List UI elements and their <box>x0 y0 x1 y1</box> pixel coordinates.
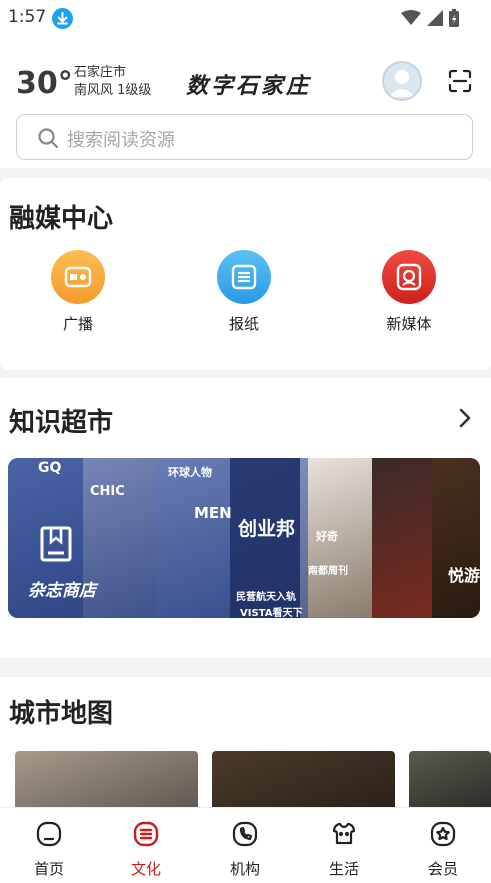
magazine-title: 民营航天入轨 <box>236 592 296 603</box>
magazine-title: CHIC <box>90 484 125 499</box>
status-time: 1:57 <box>8 7 47 27</box>
tab-institution[interactable]: 机构 <box>196 808 294 883</box>
bottom-tab-bar: 首页 文化 机构 生活 会员 <box>0 807 491 883</box>
city-map-thumbnail[interactable] <box>212 751 395 811</box>
magazine-title: VISTA看天下 <box>240 608 303 618</box>
newspaper-icon <box>217 250 271 304</box>
media-center-card: 融媒中心 广播 报纸 新媒体 <box>0 178 491 370</box>
magazine-cover <box>432 458 480 618</box>
magazine-title: 环球人物 <box>168 466 212 479</box>
tab-label: 会员 <box>427 860 458 878</box>
avatar[interactable] <box>382 61 422 101</box>
city-map-title: 城市地图 <box>9 699 114 729</box>
magazine-title: 创业邦 <box>238 518 296 540</box>
chevron-right-icon[interactable] <box>459 408 471 432</box>
tab-label: 文化 <box>130 860 161 878</box>
media-item-label: 新媒体 <box>386 315 432 333</box>
magazine-title: 好奇 <box>316 530 338 543</box>
status-bar: 1:57 <box>0 0 491 36</box>
magazine-title: 南都周刊 <box>308 566 348 577</box>
media-item-label: 广播 <box>62 315 93 333</box>
battery-icon <box>449 9 459 31</box>
magazine-shop-label: 杂志商店 <box>28 581 96 601</box>
magazine-title: 悦游 <box>448 566 480 585</box>
magazine-cover <box>372 458 432 618</box>
tab-label: 首页 <box>33 860 64 878</box>
member-icon <box>430 821 456 847</box>
city-map-thumbnail[interactable] <box>15 751 198 811</box>
signal-icon <box>427 10 443 30</box>
media-item-new-media[interactable]: 新媒体 <box>369 250 449 334</box>
tab-member[interactable]: 会员 <box>394 808 491 883</box>
tab-culture[interactable]: 文化 <box>97 808 195 883</box>
knowledge-market-card: 知识超市 GQ 环球人物 CHIC 创业邦 MEN 南都周刊 悦游 民营航天入轨… <box>0 378 491 658</box>
scan-icon[interactable] <box>448 69 472 97</box>
city-map-card: 城市地图 <box>0 677 491 811</box>
magazine-title: MEN <box>194 504 232 522</box>
knowledge-market-title: 知识超市 <box>9 408 114 438</box>
city-name: 石家庄市 <box>74 65 127 80</box>
tab-life[interactable]: 生活 <box>295 808 393 883</box>
tab-home[interactable]: 首页 <box>0 808 98 883</box>
weather-info: 石家庄市 南风风 1级级 <box>74 64 151 100</box>
wifi-icon <box>401 10 421 30</box>
search-input[interactable]: 搜索阅读资源 <box>16 114 473 160</box>
new-media-icon <box>382 250 436 304</box>
media-item-radio[interactable]: 广播 <box>38 250 118 334</box>
download-icon <box>52 8 73 29</box>
brand-logo: 数字石家庄 <box>186 73 312 99</box>
search-placeholder: 搜索阅读资源 <box>67 130 175 151</box>
phone-icon <box>232 821 258 847</box>
media-item-newspaper[interactable]: 报纸 <box>204 250 284 334</box>
weather-text: 南风风 1级级 <box>74 83 152 98</box>
book-icon <box>40 526 72 566</box>
header: 30° 石家庄市 南风风 1级级 数字石家庄 搜索阅读资源 <box>0 36 491 168</box>
home-icon <box>36 821 62 847</box>
tab-label: 生活 <box>328 860 359 878</box>
magazine-title: GQ <box>38 460 62 476</box>
media-center-title: 融媒中心 <box>9 204 114 234</box>
tab-label: 机构 <box>229 860 260 878</box>
culture-icon <box>133 821 159 847</box>
media-item-label: 报纸 <box>228 315 259 333</box>
radio-icon <box>51 250 105 304</box>
search-icon <box>38 128 59 149</box>
magazine-shop-banner[interactable]: GQ 环球人物 CHIC 创业邦 MEN 南都周刊 悦游 民营航天入轨 VIST… <box>8 458 480 618</box>
city-map-thumbnail[interactable] <box>409 751 491 811</box>
life-icon <box>332 822 356 845</box>
temperature: 30° <box>16 66 73 101</box>
